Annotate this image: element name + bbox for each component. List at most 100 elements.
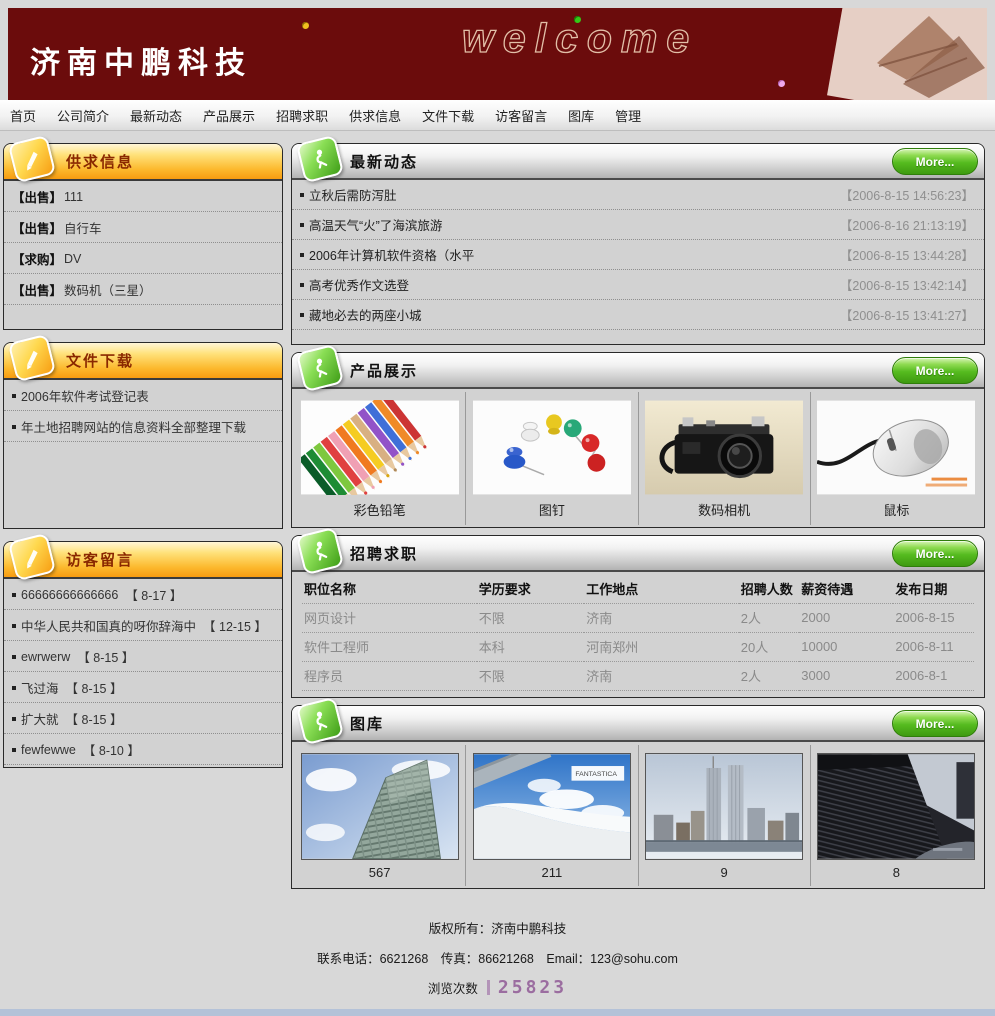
job-location: 济南 (584, 662, 739, 691)
gallery-card-dark-building[interactable]: 8 (811, 745, 982, 886)
content-column: 最新动态 More... 立秋后需防泻肚 【2006-8-15 14:56:23… (291, 143, 985, 896)
list-item[interactable]: 【求购】 DV (4, 243, 282, 274)
guestbook-item-text[interactable]: 66666666666666 (21, 588, 118, 602)
supply-item-tag: 【出售】 (12, 187, 62, 206)
list-item[interactable]: ewrwerw 【 8-15 】 (4, 641, 282, 672)
gallery-caption: 567 (298, 865, 461, 880)
jobs-col-salary: 薪资待遇 (799, 572, 893, 604)
list-item[interactable]: 扩大就 【 8-15 】 (4, 703, 282, 734)
nav-item-gallery[interactable]: 图库 (568, 106, 594, 125)
guestbook-item-date: 【 8-15 】 (77, 647, 134, 666)
job-position[interactable]: 软件工程师 (302, 633, 477, 662)
nav-item-supply[interactable]: 供求信息 (349, 106, 401, 125)
square-bullet-icon (300, 313, 304, 317)
job-position[interactable]: 程序员 (302, 662, 477, 691)
square-bullet-icon (12, 748, 16, 752)
guestbook-item-text[interactable]: fewfewwe (21, 743, 76, 757)
list-item[interactable]: 66666666666666 【 8-17 】 (4, 579, 282, 610)
top-strip (0, 0, 995, 8)
list-item: 2006年计算机软件资格（水平 【2006-8-15 13:44:28】 (292, 240, 984, 270)
contact-text: 联系电话：6621268 传真：86621268 Email：123@sohu.… (0, 948, 995, 967)
jobs-col-date: 发布日期 (893, 572, 974, 604)
nav-item-downloads[interactable]: 文件下载 (422, 106, 474, 125)
products-more-button[interactable]: More... (892, 357, 978, 384)
guestbook-box-header: 访客留言 (4, 542, 282, 579)
gallery-card-skyscraper[interactable]: 567 (294, 745, 466, 886)
job-education: 不限 (477, 662, 585, 691)
product-list: 彩色铅笔 图钉 (292, 389, 984, 527)
news-item-timestamp: 【2006-8-15 14:56:23】 (840, 185, 974, 204)
gallery-caption: 9 (643, 865, 806, 880)
supply-item-text[interactable]: 数码机（三星） (64, 280, 152, 299)
nav-item-home[interactable]: 首页 (10, 106, 36, 125)
gallery-card-twin-towers[interactable]: 9 (639, 745, 811, 886)
list-item[interactable]: 中华人民共和国真的呀你辞海中 【 12-15 】 (4, 610, 282, 641)
decor-dot-green (574, 16, 581, 23)
gallery-card-architecture[interactable]: FANTASTICA 211 (466, 745, 638, 886)
supply-item-text[interactable]: DV (64, 252, 81, 266)
guestbook-item-text[interactable]: 中华人民共和国真的呀你辞海中 (21, 616, 196, 635)
copyright-text: 版权所有：济南中鹏科技 (0, 918, 995, 937)
guestbook-item-text[interactable]: 扩大就 (21, 709, 59, 728)
product-card-camera[interactable]: 数码相机 (639, 392, 811, 525)
guestbook-item-text[interactable]: 飞过海 (21, 678, 59, 697)
list-item[interactable]: 年土地招聘网站的信息资料全部整理下载 (4, 411, 282, 442)
download-box-header: 文件下载 (4, 343, 282, 380)
news-item-title[interactable]: 藏地必去的两座小城 (309, 305, 840, 324)
list-item[interactable]: 【出售】 111 (4, 181, 282, 212)
download-item-text[interactable]: 年土地招聘网站的信息资料全部整理下载 (21, 417, 246, 436)
square-bullet-icon (300, 283, 304, 287)
news-item-title[interactable]: 高考优秀作文选登 (309, 275, 840, 294)
square-bullet-icon (12, 425, 16, 429)
colored-pencils-image (301, 400, 459, 495)
job-position[interactable]: 网页设计 (302, 604, 477, 633)
list-item[interactable]: 2006年软件考试登记表 (4, 380, 282, 411)
job-date: 2006-8-1 (893, 662, 974, 691)
supply-item-tag: 【出售】 (12, 280, 62, 299)
nav-item-news[interactable]: 最新动态 (130, 106, 182, 125)
nav-item-guestbook[interactable]: 访客留言 (495, 106, 547, 125)
job-salary: 3000 (799, 662, 893, 691)
jobs-more-button[interactable]: More... (892, 540, 978, 567)
guestbook-item-text[interactable]: ewrwerw (21, 650, 70, 664)
nav-item-products[interactable]: 产品展示 (203, 106, 255, 125)
list-item[interactable]: 飞过海 【 8-15 】 (4, 672, 282, 703)
product-card-mouse[interactable]: 鼠标 (811, 392, 982, 525)
nav-item-jobs[interactable]: 招聘求职 (276, 106, 328, 125)
list-item[interactable]: 【出售】 数码机（三星） (4, 274, 282, 305)
list-item[interactable]: 【出售】 自行车 (4, 212, 282, 243)
list-item: 立秋后需防泻肚 【2006-8-15 14:56:23】 (292, 180, 984, 210)
job-education: 本科 (477, 633, 585, 662)
news-more-button[interactable]: More... (892, 148, 978, 175)
news-item-title[interactable]: 2006年计算机软件资格（水平 (309, 245, 840, 264)
download-item-list: 2006年软件考试登记表 年土地招聘网站的信息资料全部整理下载 (4, 380, 282, 528)
news-item-title[interactable]: 高温天气“火”了海滨旅游 (309, 215, 840, 234)
svg-text:welcome: welcome (462, 15, 698, 61)
gallery-section-header: 图库 More... (292, 706, 984, 742)
figure-tile-icon (296, 344, 344, 392)
table-row: 网页设计 不限 济南 2人 2000 2006-8-15 (302, 604, 974, 633)
job-education: 不限 (477, 604, 585, 633)
download-box-title: 文件下载 (66, 350, 134, 371)
supply-item-text[interactable]: 自行车 (64, 218, 102, 237)
jobs-section-title: 招聘求职 (350, 543, 418, 564)
product-card-pencils[interactable]: 彩色铅笔 (294, 392, 466, 525)
download-item-text[interactable]: 2006年软件考试登记表 (21, 386, 149, 405)
twin-towers-skyline-image (645, 753, 803, 860)
square-bullet-icon (300, 223, 304, 227)
visit-counter: 浏览次数 25823 (428, 978, 567, 997)
jobs-table: 职位名称 学历要求 工作地点 招聘人数 薪资待遇 发布日期 网页设计 不限 济南… (302, 572, 974, 691)
nav-item-about[interactable]: 公司简介 (57, 106, 109, 125)
product-card-pins[interactable]: 图钉 (466, 392, 638, 525)
list-item: 高温天气“火”了海滨旅游 【2006-8-16 21:13:19】 (292, 210, 984, 240)
products-section-title: 产品展示 (350, 360, 418, 381)
news-item-title[interactable]: 立秋后需防泻肚 (309, 185, 840, 204)
gallery-more-button[interactable]: More... (892, 710, 978, 737)
supply-item-text[interactable]: 111 (64, 190, 83, 204)
jobs-col-location: 工作地点 (584, 572, 739, 604)
job-salary: 2000 (799, 604, 893, 633)
supply-box-header: 供求信息 (4, 144, 282, 181)
list-item[interactable]: fewfewwe 【 8-10 】 (4, 734, 282, 765)
visit-counter-value: 25823 (487, 980, 567, 995)
nav-item-admin[interactable]: 管理 (615, 106, 641, 125)
